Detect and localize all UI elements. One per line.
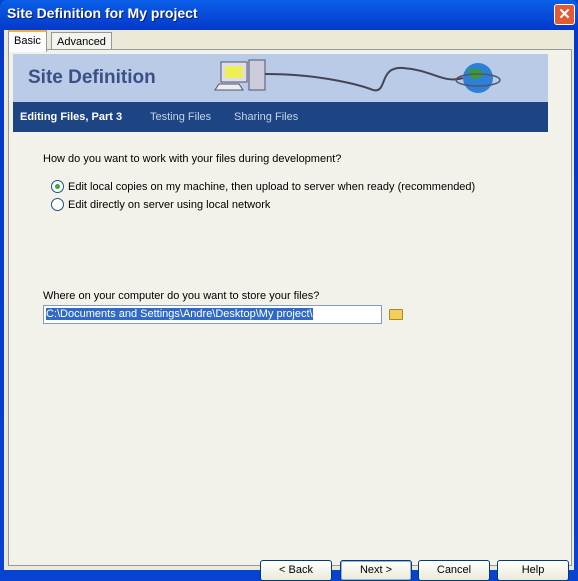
wizard-steps: Editing Files, Part 3 Testing Files Shar… xyxy=(13,102,548,132)
path-value: C:\Documents and Settings\Andre\Desktop\… xyxy=(46,308,313,320)
next-button[interactable]: Next > xyxy=(340,560,412,581)
close-icon[interactable]: ✕ xyxy=(554,4,575,25)
back-button[interactable]: < Back xyxy=(260,560,332,581)
computer-network-globe-icon xyxy=(214,59,501,93)
dialog-window: Site Definition for My project ✕ Basic A… xyxy=(0,0,578,581)
radio-label: Edit directly on server using local netw… xyxy=(68,198,271,211)
step-editing-files: Editing Files, Part 3 xyxy=(20,111,123,123)
browse-folder-icon[interactable] xyxy=(389,309,403,320)
radio-selected-icon[interactable] xyxy=(51,180,64,193)
dialog-client: Basic Advanced Site Definition Editing F… xyxy=(4,30,574,581)
radio-edit-local[interactable]: Edit local copies on my machine, then up… xyxy=(51,180,475,193)
window-title: Site Definition for My project xyxy=(7,5,198,21)
local-folder-input[interactable]: C:\Documents and Settings\Andre\Desktop\… xyxy=(43,305,382,324)
radio-label: Edit local copies on my machine, then up… xyxy=(68,180,476,193)
question-work-mode: How do you want to work with your files … xyxy=(43,153,342,165)
cancel-button[interactable]: Cancel xyxy=(418,560,490,581)
question-storage-location: Where on your computer do you want to st… xyxy=(43,290,320,302)
banner-title: Site Definition xyxy=(28,67,156,88)
radio-unselected-icon[interactable] xyxy=(51,198,64,211)
step-testing-files: Testing Files xyxy=(150,111,212,123)
step-sharing-files: Sharing Files xyxy=(234,111,299,123)
banner: Site Definition xyxy=(13,54,548,102)
help-button[interactable]: Help xyxy=(497,560,569,581)
tab-basic[interactable]: Basic xyxy=(8,30,47,52)
tab-panel: Site Definition Editing Files, Part 3 Te… xyxy=(8,49,572,581)
radio-edit-server[interactable]: Edit directly on server using local netw… xyxy=(51,198,270,211)
